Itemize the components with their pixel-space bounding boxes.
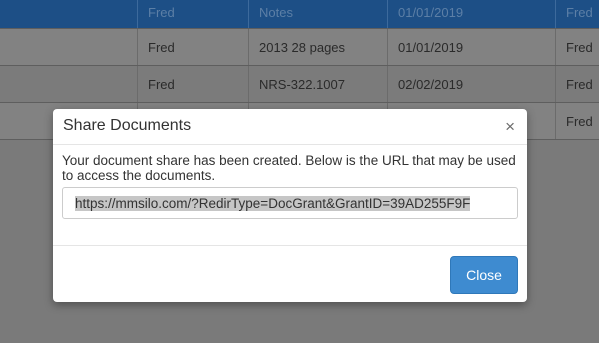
table-header-cell [0, 0, 138, 28]
table-cell: 01/01/2019 [388, 29, 556, 65]
table-cell: Fred [566, 113, 593, 129]
modal-title: Share Documents [63, 117, 192, 134]
table-cell: Fred [138, 66, 249, 102]
share-documents-modal: Share Documents × Your document share ha… [53, 109, 527, 302]
table-header-cell: Notes [249, 0, 388, 28]
table-cell: Fred [566, 39, 593, 55]
table-row: Fred 2013 28 pages 01/01/2019 Fred [0, 29, 599, 66]
table-cell: 2013 28 pages [249, 29, 388, 65]
close-button[interactable]: Close [450, 256, 518, 294]
close-icon[interactable]: × [505, 118, 515, 136]
table-cell: Fred [138, 29, 249, 65]
share-message: Your document share has been created. Be… [62, 153, 516, 183]
share-url-text[interactable]: https://mmsilo.com/?RedirType=DocGrant&G… [75, 195, 471, 211]
table-cell: 02/02/2019 [388, 66, 556, 102]
modal-body: Your document share has been created. Be… [62, 153, 518, 219]
modal-footer-divider [53, 245, 527, 246]
table-cell: NRS-322.1007 [249, 66, 388, 102]
table-header-cell: Fred [138, 0, 249, 28]
table-cell [0, 66, 138, 102]
modal-header: Share Documents × [53, 109, 527, 145]
table-header-cell: 01/01/2019 [388, 0, 556, 28]
table-row: Fred NRS-322.1007 02/02/2019 Fred [0, 66, 599, 103]
table-header-row: Fred Notes 01/01/2019 Fred [0, 0, 599, 29]
table-cell [0, 29, 138, 65]
share-url-field[interactable]: https://mmsilo.com/?RedirType=DocGrant&G… [62, 187, 518, 219]
table-cell: Fred [566, 76, 593, 92]
table-header-cell: Fred [566, 5, 593, 20]
